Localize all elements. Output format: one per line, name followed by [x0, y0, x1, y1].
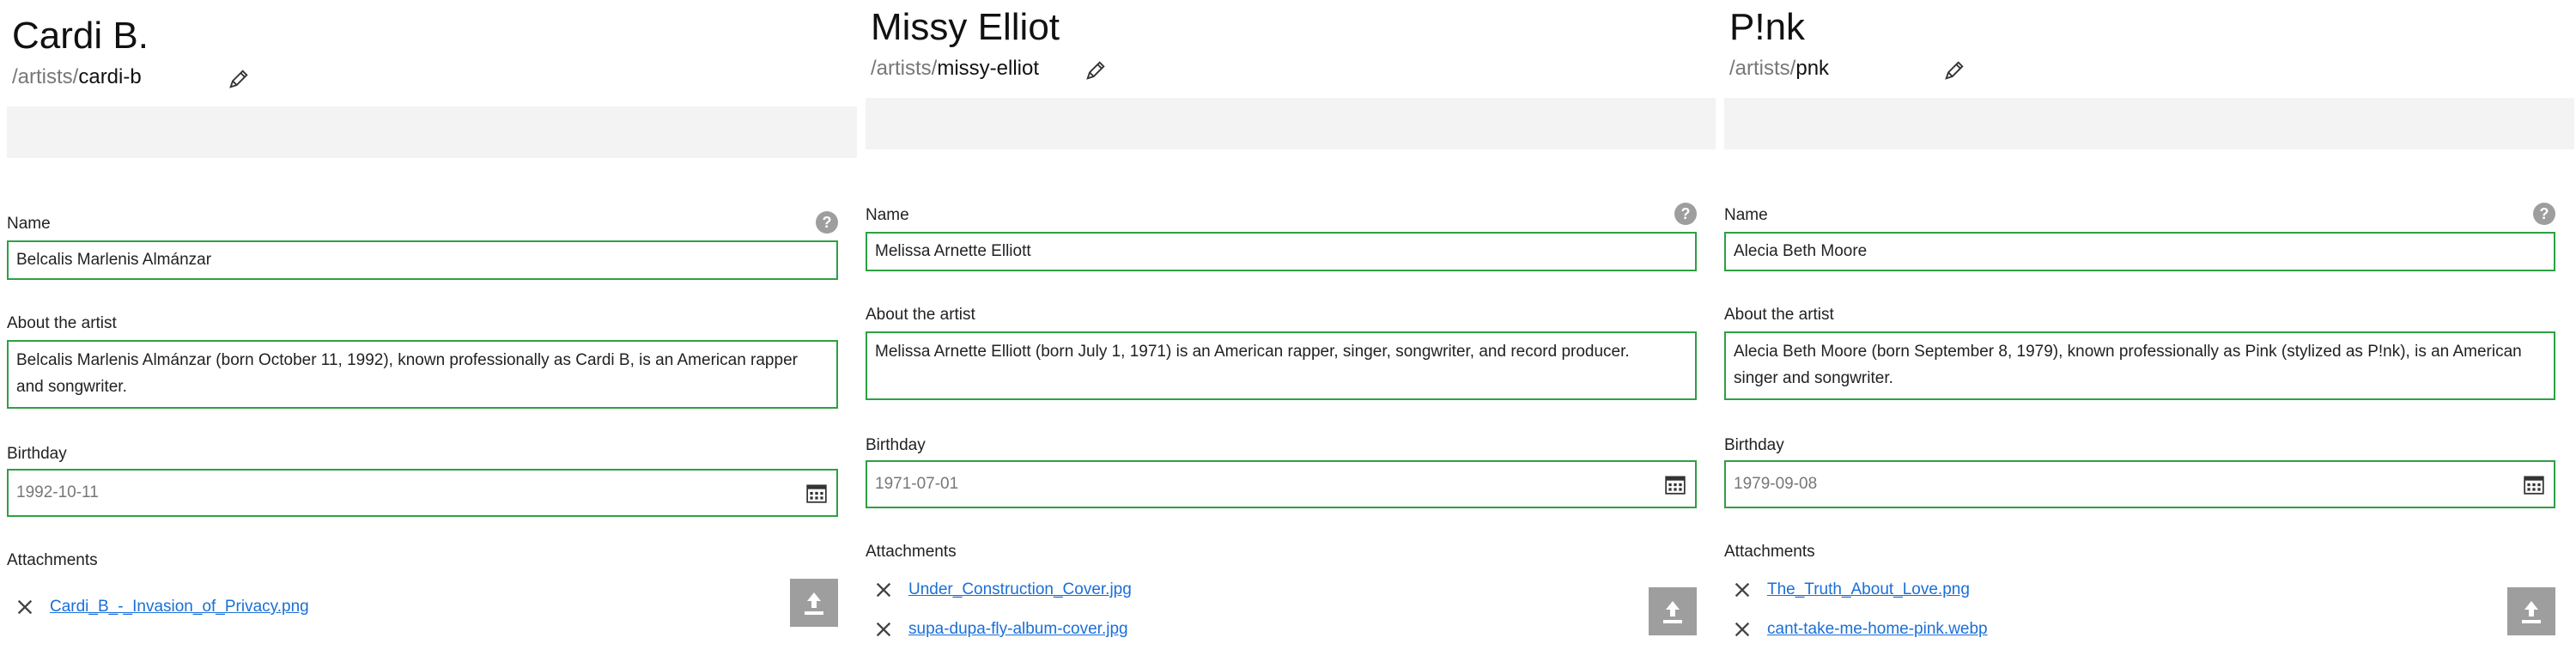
birthday-field[interactable]: 1971-07-01: [866, 460, 1697, 508]
slug-prefix: /artists/: [871, 57, 938, 80]
attachment-item: Cardi_B_-_Invasion_of_Privacy.png: [7, 594, 309, 620]
page-title: Missy Elliot: [871, 6, 1060, 48]
artist-slug: /artists/missy-elliot: [871, 55, 1039, 82]
upload-button[interactable]: [790, 579, 838, 627]
upload-button[interactable]: [1649, 587, 1697, 635]
attachment-link[interactable]: Cardi_B_-_Invasion_of_Privacy.png: [50, 598, 309, 616]
name-label: Name: [7, 215, 51, 233]
birthday-label: Birthday: [7, 445, 67, 463]
calendar-icon[interactable]: [1664, 473, 1686, 495]
close-icon[interactable]: [1733, 580, 1752, 599]
help-icon[interactable]: ?: [816, 211, 838, 234]
slug-value: missy-elliot: [937, 57, 1040, 80]
attachment-link[interactable]: Under_Construction_Cover.jpg: [908, 580, 1132, 598]
breadcrumb-banner: [1724, 98, 2574, 149]
page-title: Cardi B.: [12, 15, 149, 57]
about-field[interactable]: Belcalis Marlenis Almánzar (born October…: [7, 340, 838, 409]
pencil-icon[interactable]: [1942, 58, 1966, 82]
upload-icon: [805, 592, 823, 615]
close-icon[interactable]: [1733, 620, 1752, 639]
attachment-link[interactable]: supa-dupa-fly-album-cover.jpg: [908, 620, 1128, 638]
attachment-link[interactable]: The_Truth_About_Love.png: [1767, 580, 1970, 598]
name-field[interactable]: Alecia Beth Moore: [1724, 232, 2555, 271]
birthday-label: Birthday: [1724, 436, 1784, 454]
birthday-label: Birthday: [866, 436, 926, 454]
about-label: About the artist: [7, 314, 117, 332]
about-field[interactable]: Melissa Arnette Elliott (born July 1, 19…: [866, 331, 1697, 400]
upload-icon: [1663, 601, 1682, 623]
attachment-item: Under_Construction_Cover.jpg: [866, 577, 1132, 603]
breadcrumb-banner: [7, 106, 857, 158]
calendar-icon[interactable]: [2523, 473, 2545, 495]
slug-prefix: /artists/: [1729, 57, 1796, 80]
upload-button[interactable]: [2507, 587, 2555, 635]
slug-value: pnk: [1795, 57, 1830, 80]
pencil-icon[interactable]: [1084, 58, 1108, 82]
name-field[interactable]: Belcalis Marlenis Almánzar: [7, 240, 838, 280]
about-label: About the artist: [1724, 306, 1834, 324]
help-icon[interactable]: ?: [1674, 203, 1697, 225]
about-field[interactable]: Alecia Beth Moore (born September 8, 197…: [1724, 331, 2555, 400]
breadcrumb-banner: [866, 98, 1716, 149]
artist-panel-pnk: P!nk /artists/pnk Name ? Alecia Beth Moo…: [1717, 0, 2574, 656]
name-label: Name: [866, 206, 909, 224]
about-label: About the artist: [866, 306, 975, 324]
name-field[interactable]: Melissa Arnette Elliott: [866, 232, 1697, 271]
birthday-value: 1979-09-08: [1734, 475, 1818, 493]
calendar-icon[interactable]: [805, 482, 828, 504]
close-icon[interactable]: [874, 620, 893, 639]
page-title: P!nk: [1729, 6, 1806, 48]
close-icon[interactable]: [874, 580, 893, 599]
birthday-value: 1971-07-01: [875, 475, 959, 493]
attachment-item: supa-dupa-fly-album-cover.jpg: [866, 617, 1128, 642]
attachment-item: cant-take-me-home-pink.webp: [1724, 617, 1988, 642]
attachment-link[interactable]: cant-take-me-home-pink.webp: [1767, 620, 1988, 638]
attachments-label: Attachments: [7, 551, 98, 569]
birthday-field[interactable]: 1979-09-08: [1724, 460, 2555, 508]
attachments-label: Attachments: [1724, 543, 1815, 561]
slug-prefix: /artists/: [12, 65, 79, 88]
artist-panel-cardi-b: Cardi B. /artists/cardi-b Name ? Belcali…: [0, 0, 857, 656]
artist-slug: /artists/pnk: [1729, 55, 1829, 82]
attachment-item: The_Truth_About_Love.png: [1724, 577, 1970, 603]
slug-value: cardi-b: [78, 65, 142, 88]
close-icon[interactable]: [15, 598, 34, 617]
name-label: Name: [1724, 206, 1768, 224]
pencil-icon[interactable]: [227, 67, 251, 91]
help-icon[interactable]: ?: [2533, 203, 2555, 225]
attachments-label: Attachments: [866, 543, 957, 561]
upload-icon: [2522, 601, 2541, 623]
artist-panel-missy-elliot: Missy Elliot /artists/missy-elliot Name …: [859, 0, 1716, 656]
artist-slug: /artists/cardi-b: [12, 64, 142, 91]
birthday-field[interactable]: 1992-10-11: [7, 469, 838, 517]
birthday-value: 1992-10-11: [16, 483, 99, 501]
